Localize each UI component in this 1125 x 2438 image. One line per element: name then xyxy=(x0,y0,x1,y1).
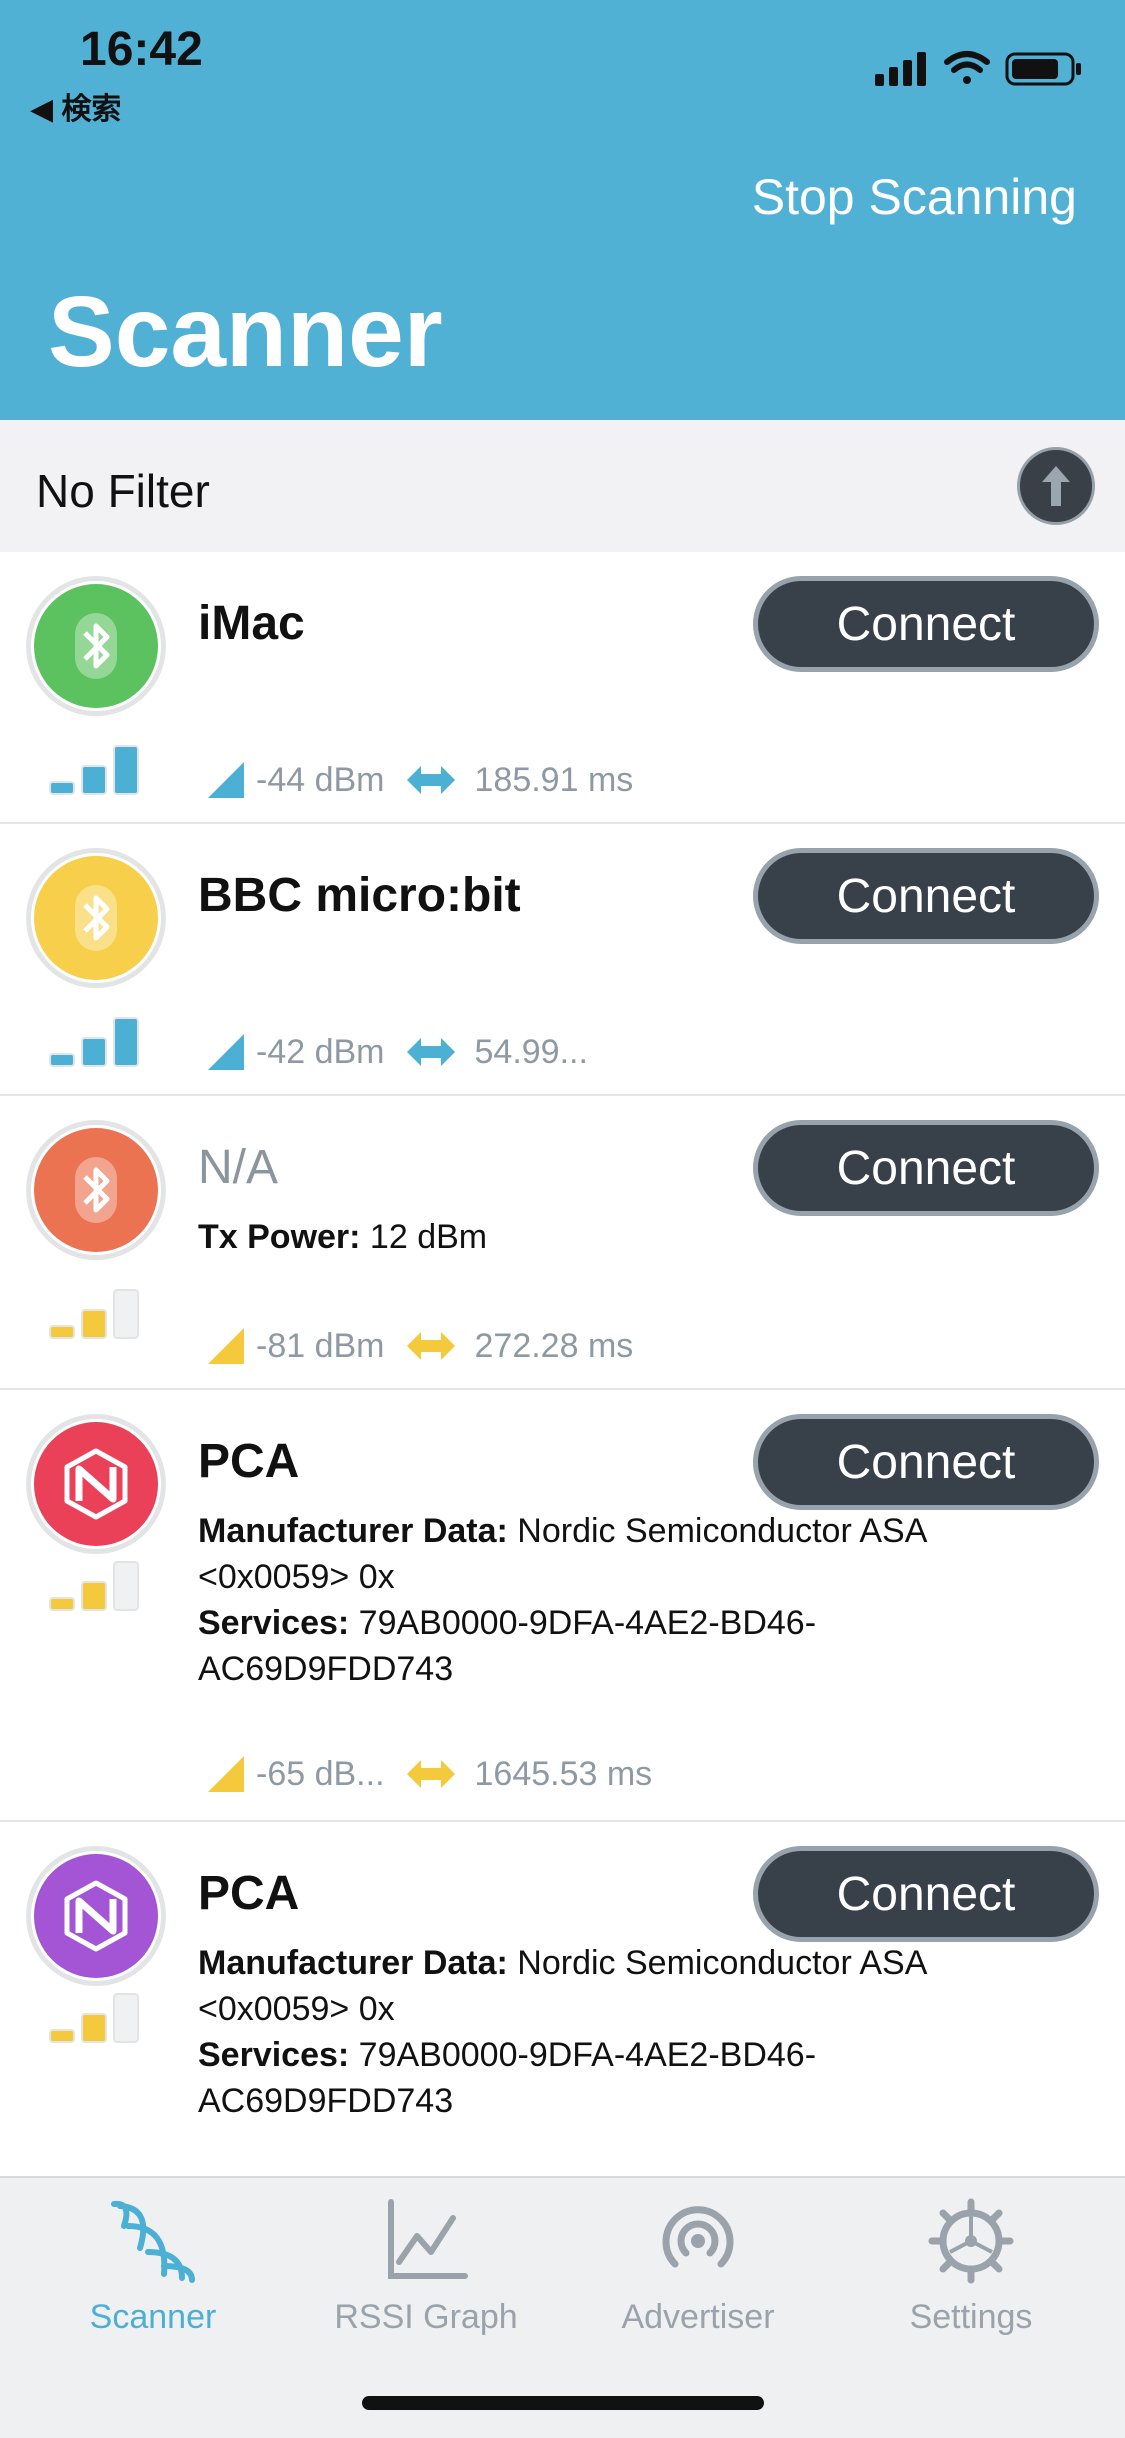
manufacturer-label: Manufacturer Data: xyxy=(198,1512,508,1550)
connect-button[interactable]: Connect xyxy=(753,848,1099,944)
back-link[interactable]: ◀ 検索 xyxy=(30,84,121,128)
page-title: Scanner xyxy=(48,276,443,388)
rssi-value: -81 dBm xyxy=(256,1326,385,1365)
status-icons xyxy=(875,51,1081,86)
scanner-icon xyxy=(111,2200,195,2283)
device-avatar xyxy=(26,1846,166,1986)
device-meta: -81 dBm 272.28 ms xyxy=(206,1324,633,1368)
interval-icon xyxy=(406,1332,455,1360)
tab-label: Scanner xyxy=(89,2298,217,2336)
tab-scanner[interactable]: Scanner xyxy=(18,2196,288,2337)
device-avatar xyxy=(26,1414,166,1554)
battery-icon xyxy=(1005,52,1081,86)
device-row-pca-1[interactable]: PCA Connect Manufacturer Data: Nordic Se… xyxy=(0,1390,1125,1822)
connect-button[interactable]: Connect xyxy=(753,576,1099,672)
nav-header: 16:42 ◀ 検索 Stop Scanning Scanner xyxy=(0,0,1125,420)
signal-strength-icon xyxy=(49,1017,139,1067)
nordic-logo-icon xyxy=(64,1880,128,1952)
tx-power: Tx Power: 12 dBm xyxy=(198,1214,1018,1260)
graph-icon xyxy=(388,2199,468,2279)
signal-strength-icon xyxy=(49,1993,139,2043)
bluetooth-icon xyxy=(75,1157,117,1223)
device-row-na[interactable]: N/A Connect Tx Power: 12 dBm -81 dBm 272… xyxy=(0,1096,1125,1390)
tab-label: Settings xyxy=(909,2298,1033,2336)
device-name: PCA xyxy=(198,1435,300,1488)
arrow-up-icon xyxy=(1042,466,1070,506)
interval-value: 272.28 ms xyxy=(474,1326,634,1365)
device-row-imac[interactable]: iMac Connect -44 dBm 185.91 ms xyxy=(0,552,1125,824)
rssi-value: -42 dBm xyxy=(256,1032,385,1071)
status-time: 16:42 xyxy=(80,23,203,76)
device-name: PCA xyxy=(198,1867,300,1920)
tab-advertiser[interactable]: Advertiser xyxy=(563,2196,833,2337)
device-row-microbit[interactable]: BBC micro:bit Connect -42 dBm 54.99... xyxy=(0,824,1125,1096)
connect-button[interactable]: Connect xyxy=(753,1846,1099,1942)
services-label: Services: xyxy=(198,2036,350,2074)
filter-label: No Filter xyxy=(36,465,210,517)
device-meta: -65 dB... 1645.53 ms xyxy=(206,1752,652,1796)
stop-scanning-button[interactable]: Stop Scanning xyxy=(752,168,1077,226)
device-list: iMac Connect -44 dBm 185.91 ms BBC micro… xyxy=(0,552,1125,2142)
signal-strength-icon xyxy=(49,1289,139,1339)
tx-power-label: Tx Power: xyxy=(198,1218,361,1256)
nordic-logo-icon xyxy=(64,1448,128,1520)
bluetooth-icon xyxy=(75,885,117,951)
device-name: BBC micro:bit xyxy=(198,869,521,922)
rssi-value: -44 dBm xyxy=(256,760,385,799)
manufacturer-data: Manufacturer Data: Nordic Semiconductor … xyxy=(198,1508,1018,1600)
signal-strength-icon xyxy=(49,745,139,795)
device-meta: -44 dBm 185.91 ms xyxy=(206,758,633,802)
rssi-icon xyxy=(208,1034,244,1070)
cellular-icon xyxy=(875,52,926,86)
device-avatar xyxy=(26,1120,166,1260)
interval-value: 1645.53 ms xyxy=(474,1754,653,1793)
services-label: Services: xyxy=(198,1604,350,1642)
device-meta: -42 dBm 54.99... xyxy=(206,1030,588,1074)
connect-button[interactable]: Connect xyxy=(753,1414,1099,1510)
services: Services: 79AB0000-9DFA-4AE2-BD46-AC69D9… xyxy=(198,1600,1018,1692)
device-avatar xyxy=(26,576,166,716)
device-name: N/A xyxy=(198,1141,279,1194)
tab-label: Advertiser xyxy=(621,2298,775,2336)
interval-icon xyxy=(406,766,455,794)
device-name: iMac xyxy=(198,597,305,650)
interval-icon xyxy=(406,1760,455,1788)
advertiser-icon xyxy=(662,2206,734,2268)
rssi-value: -65 dB... xyxy=(256,1754,385,1793)
tab-settings[interactable]: Settings xyxy=(836,2196,1106,2337)
home-indicator xyxy=(362,2396,764,2410)
device-avatar xyxy=(26,848,166,988)
interval-value: 185.91 ms xyxy=(474,760,634,799)
bluetooth-icon xyxy=(75,613,117,679)
connect-button[interactable]: Connect xyxy=(753,1120,1099,1216)
filter-bar[interactable]: No Filter xyxy=(0,420,1125,554)
tx-power-value: 12 dBm xyxy=(360,1218,488,1256)
rssi-icon xyxy=(208,762,244,798)
sort-up-button[interactable] xyxy=(1017,447,1095,525)
signal-strength-icon xyxy=(49,1561,139,1611)
tab-rssi-graph[interactable]: RSSI Graph xyxy=(291,2196,561,2337)
interval-icon xyxy=(406,1038,455,1066)
manufacturer-data: Manufacturer Data: Nordic Semiconductor … xyxy=(198,1940,1018,2032)
rssi-icon xyxy=(208,1756,244,1792)
gear-icon xyxy=(928,2198,1014,2284)
manufacturer-label: Manufacturer Data: xyxy=(198,1944,508,1982)
interval-value: 54.99... xyxy=(474,1032,588,1071)
tab-label: RSSI Graph xyxy=(334,2298,518,2336)
services: Services: 79AB0000-9DFA-4AE2-BD46-AC69D9… xyxy=(198,2032,1018,2124)
device-row-pca-2[interactable]: PCA Connect Manufacturer Data: Nordic Se… xyxy=(0,1822,1125,2142)
wifi-icon xyxy=(944,51,990,84)
rssi-icon xyxy=(208,1328,244,1364)
